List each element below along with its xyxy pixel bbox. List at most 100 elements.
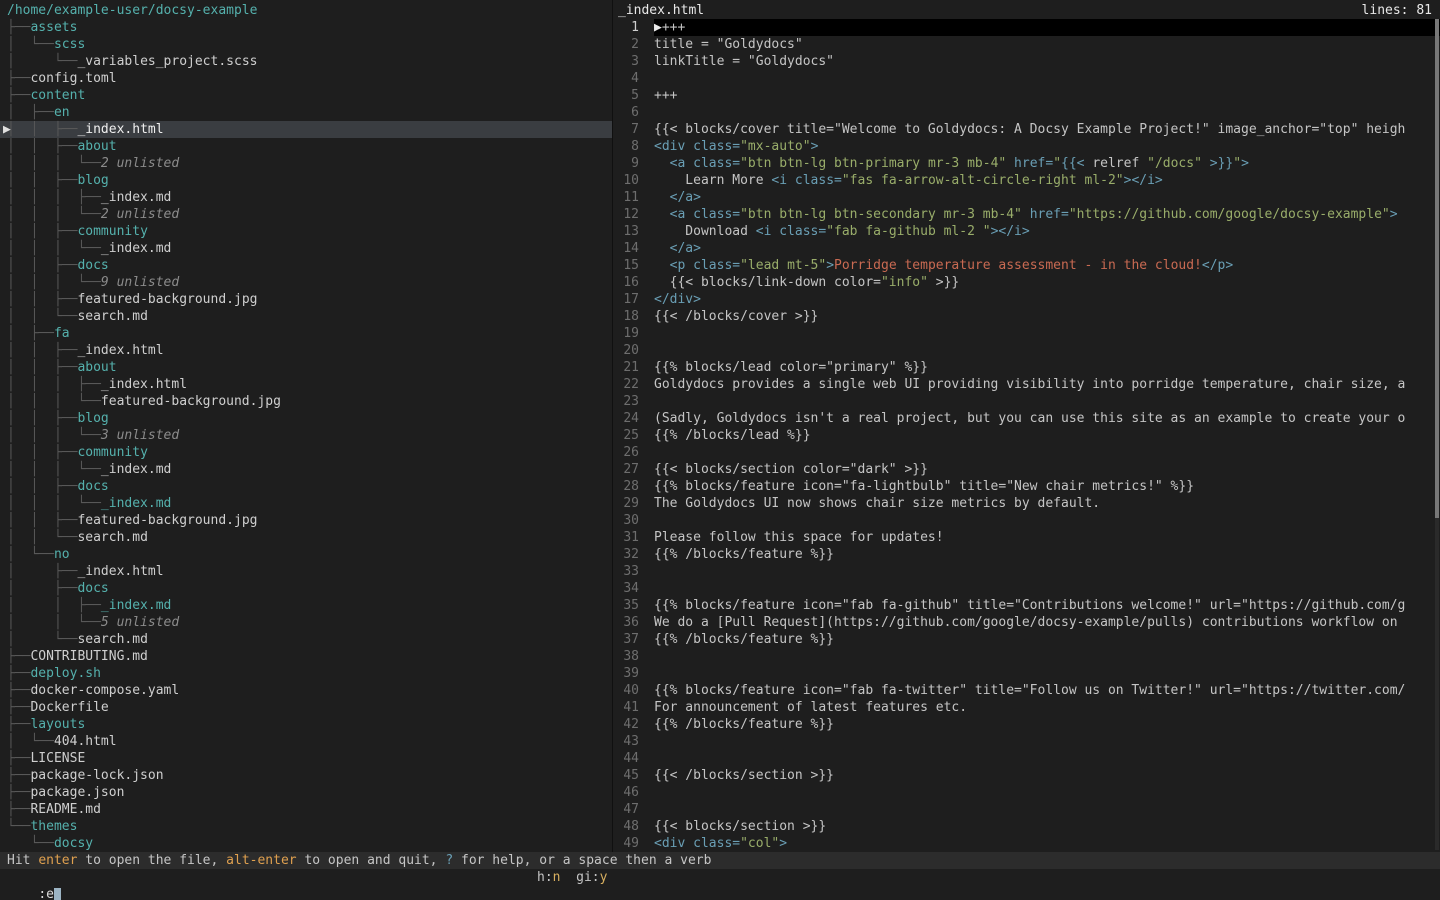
- tree-item[interactable]: ├──content: [0, 87, 612, 104]
- tree-item[interactable]: ├──layouts: [0, 716, 612, 733]
- tree-root-path[interactable]: /home/example-user/docsy-example: [0, 2, 612, 19]
- tree-item[interactable]: ├──deploy.sh: [0, 665, 612, 682]
- code-token: {{< blocks/link-down color=: [654, 275, 881, 290]
- code-token: Please follow this space for updates!: [654, 530, 944, 545]
- tree-item[interactable]: │ ├──en: [0, 104, 612, 121]
- tree-item[interactable]: ├──package-lock.json: [0, 767, 612, 784]
- tree-item[interactable]: ▶│ │ ├──_index.html: [0, 121, 612, 138]
- tree-item-label: 3 unlisted: [101, 428, 179, 443]
- tree-item-label: docker-compose.yaml: [30, 683, 179, 698]
- tree-item[interactable]: │ │ ├──docs: [0, 257, 612, 274]
- tree-item[interactable]: │ │ └──search.md: [0, 308, 612, 325]
- tree-item[interactable]: │ │ ├──about: [0, 138, 612, 155]
- tree-item[interactable]: ├──docker-compose.yaml: [0, 682, 612, 699]
- tree-item-label: community: [77, 224, 147, 239]
- code-line-text: [654, 70, 1440, 87]
- code-line: 24(Sadly, Goldydocs isn't a real project…: [613, 410, 1440, 427]
- line-number: 40: [613, 682, 639, 699]
- code-line-text: We do a [Pull Request](https://github.co…: [654, 614, 1440, 631]
- line-number: 30: [613, 512, 639, 529]
- tree-item[interactable]: ├──CONTRIBUTING.md: [0, 648, 612, 665]
- key-hint: enter: [38, 853, 77, 868]
- tree-item[interactable]: │ │ │ └──featured-background.jpg: [0, 393, 612, 410]
- line-number: 49: [613, 835, 639, 852]
- code-line-text: [654, 325, 1440, 342]
- tree-item[interactable]: │ └──_variables_project.scss: [0, 53, 612, 70]
- code-line: 17</div>: [613, 291, 1440, 308]
- command-input[interactable]: :e: [38, 887, 61, 900]
- tree-item[interactable]: ├──README.md: [0, 801, 612, 818]
- tree-item[interactable]: │ │ │ └──_index.md: [0, 240, 612, 257]
- line-number: 18: [613, 308, 639, 325]
- tree-item[interactable]: ├──package.json: [0, 784, 612, 801]
- line-number: 34: [613, 580, 639, 597]
- code-line: 20: [613, 342, 1440, 359]
- tree-item[interactable]: │ └──scss: [0, 36, 612, 53]
- tree-item[interactable]: └──docsy: [0, 835, 612, 852]
- tree-item[interactable]: │ │ └──search.md: [0, 529, 612, 546]
- tree-branch-glyph: │ │ ├──: [7, 513, 77, 528]
- tree-item[interactable]: │ │ ├──featured-background.jpg: [0, 291, 612, 308]
- code-line: 42{{% /blocks/feature %}}: [613, 716, 1440, 733]
- tree-item[interactable]: │ │ ├──blog: [0, 410, 612, 427]
- code-line-text: [654, 801, 1440, 818]
- tree-item[interactable]: │ │ │ └──_index.md: [0, 461, 612, 478]
- scrollbar-thumb[interactable]: [1435, 19, 1439, 518]
- tree-item[interactable]: │ │ ├──blog: [0, 172, 612, 189]
- tree-branch-glyph: ├──: [7, 666, 30, 681]
- tree-branch-glyph: ├──: [7, 768, 30, 783]
- tree-item[interactable]: │ │ ├──community: [0, 444, 612, 461]
- tree-unlisted-count[interactable]: │ │ │ └──2 unlisted: [0, 155, 612, 172]
- code-token: ": [1053, 156, 1061, 171]
- tree-item[interactable]: │ │ │ └──_index.md: [0, 495, 612, 512]
- tree-branch-glyph: │ │ │ └──: [7, 496, 101, 511]
- code-line-text: Goldydocs provides a single web UI provi…: [654, 376, 1440, 393]
- tree-item[interactable]: │ └──404.html: [0, 733, 612, 750]
- hint-text: for help, or a space then a verb: [453, 853, 711, 868]
- tree-item[interactable]: │ │ ├──_index.md: [0, 597, 612, 614]
- tree-item[interactable]: ├──config.toml: [0, 70, 612, 87]
- tree-item[interactable]: │ ├──_index.html: [0, 563, 612, 580]
- tree-item[interactable]: │ │ ├──community: [0, 223, 612, 240]
- code-token: href=: [1030, 207, 1069, 222]
- code-token: </div>: [654, 292, 701, 307]
- tree-unlisted-count[interactable]: │ │ │ └──2 unlisted: [0, 206, 612, 223]
- tree-branch-glyph: │ │ ├──: [7, 173, 77, 188]
- code-token: Learn More: [654, 173, 771, 188]
- tree-item[interactable]: └──themes: [0, 818, 612, 835]
- tree-item[interactable]: │ │ ├──featured-background.jpg: [0, 512, 612, 529]
- tree-item[interactable]: │ │ ├──docs: [0, 478, 612, 495]
- tree-unlisted-count[interactable]: │ │ │ └──9 unlisted: [0, 274, 612, 291]
- code-line: 39: [613, 665, 1440, 682]
- tree-item[interactable]: │ ├──docs: [0, 580, 612, 597]
- hint-text: to open and quit,: [297, 853, 446, 868]
- tree-unlisted-count[interactable]: │ │ │ └──3 unlisted: [0, 427, 612, 444]
- tree-item[interactable]: ├──Dockerfile: [0, 699, 612, 716]
- code-line-text: Download <i class="fab fa-github ml-2 ">…: [654, 223, 1440, 240]
- code-line: 9 <a class="btn btn-lg btn-primary mr-3 …: [613, 155, 1440, 172]
- tree-item[interactable]: ├──LICENSE: [0, 750, 612, 767]
- line-number: 3: [613, 53, 639, 70]
- tree-item[interactable]: │ │ │ ├──_index.md: [0, 189, 612, 206]
- tree-item[interactable]: │ │ ├──about: [0, 359, 612, 376]
- text-cursor: [54, 888, 61, 900]
- tree-item[interactable]: │ └──no: [0, 546, 612, 563]
- code-token: "btn btn-lg btn-primary mr-3 mb-4": [740, 156, 1006, 171]
- code-line: 21{{% blocks/lead color="primary" %}}: [613, 359, 1440, 376]
- tree-branch-glyph: │ │ ├──: [7, 598, 101, 613]
- tree-item[interactable]: │ │ ├──_index.html: [0, 342, 612, 359]
- tree-item[interactable]: │ │ │ ├──_index.html: [0, 376, 612, 393]
- preview-filename: _index.html: [618, 2, 704, 19]
- code-line: 34: [613, 580, 1440, 597]
- code-token: +++: [654, 88, 677, 103]
- tree-item[interactable]: ├──assets: [0, 19, 612, 36]
- preview-header: _index.html lines: 81: [613, 2, 1440, 19]
- tree-item[interactable]: │ └──search.md: [0, 631, 612, 648]
- tree-item[interactable]: │ ├──fa: [0, 325, 612, 342]
- code-line: 36We do a [Pull Request](https://github.…: [613, 614, 1440, 631]
- preview-scrollbar[interactable]: [1435, 19, 1439, 850]
- line-number: 37: [613, 631, 639, 648]
- tree-item-label: en: [54, 105, 70, 120]
- tree-unlisted-count[interactable]: │ │ └──5 unlisted: [0, 614, 612, 631]
- code-token: [654, 156, 670, 171]
